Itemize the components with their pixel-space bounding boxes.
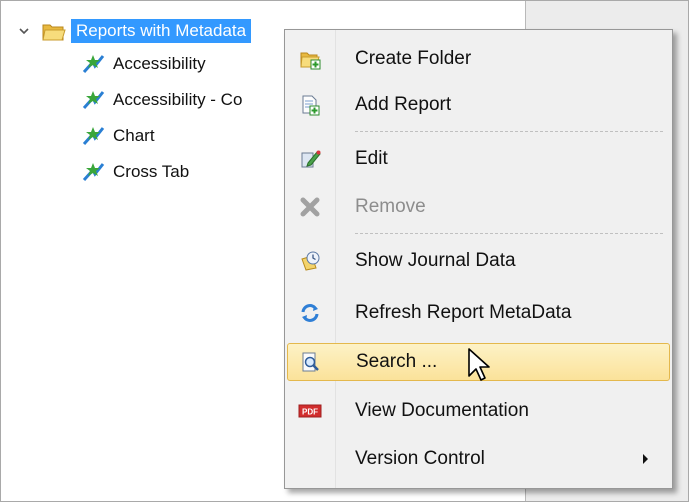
menu-separator xyxy=(355,131,663,132)
edit-icon xyxy=(287,140,333,178)
report-icon xyxy=(81,124,107,148)
svg-text:PDF: PDF xyxy=(302,408,318,417)
report-icon xyxy=(81,160,107,184)
menu-item-version-control[interactable]: Version Control xyxy=(287,440,670,478)
menu-item-label: Show Journal Data xyxy=(355,250,516,271)
context-menu: Create Folder Add Report Edit Remove Sho… xyxy=(284,29,673,489)
menu-item-label: Version Control xyxy=(355,448,485,469)
menu-item-icon-placeholder xyxy=(287,440,333,478)
submenu-arrow-icon xyxy=(643,454,648,464)
pdf-icon: PDF xyxy=(287,392,333,430)
menu-item-label: Refresh Report MetaData xyxy=(355,302,572,323)
menu-item-label: Create Folder xyxy=(355,48,472,69)
journal-icon xyxy=(287,242,333,280)
menu-item-label: Remove xyxy=(355,196,426,217)
report-icon xyxy=(81,52,107,76)
menu-item-label: View Documentation xyxy=(355,400,529,421)
mouse-cursor-icon xyxy=(467,347,493,383)
menu-item-refresh-report-metadata[interactable]: Refresh Report MetaData xyxy=(287,294,670,332)
chevron-down-icon[interactable] xyxy=(17,24,31,38)
window-frame: Reports with Metadata Accessibility Acce… xyxy=(0,0,689,502)
menu-item-view-documentation[interactable]: PDF View Documentation xyxy=(287,392,670,430)
menu-item-show-journal-data[interactable]: Show Journal Data xyxy=(287,242,670,280)
tree-item[interactable]: Cross Tab xyxy=(81,159,189,185)
tree-item[interactable]: Accessibility xyxy=(81,51,206,77)
menu-separator xyxy=(355,233,663,234)
menu-item-label: Search ... xyxy=(356,351,438,372)
menu-item-create-folder[interactable]: Create Folder xyxy=(287,40,670,78)
menu-item-edit[interactable]: Edit xyxy=(287,140,670,178)
search-icon xyxy=(288,343,334,381)
tree-item-label: Chart xyxy=(113,126,155,145)
menu-item-remove[interactable]: Remove xyxy=(287,188,670,226)
tree-root-label[interactable]: Reports with Metadata xyxy=(71,19,252,43)
add-report-icon xyxy=(287,86,333,124)
tree-item-label: Accessibility xyxy=(113,54,206,73)
refresh-icon xyxy=(287,294,333,332)
tree-item[interactable]: Chart xyxy=(81,123,155,149)
create-folder-icon xyxy=(287,40,333,78)
folder-icon xyxy=(41,19,67,43)
menu-item-label: Add Report xyxy=(355,94,452,115)
report-icon xyxy=(81,88,107,112)
tree-item[interactable]: Accessibility - Co xyxy=(81,87,242,113)
tree-root-row[interactable]: Reports with Metadata xyxy=(17,18,252,44)
tree-item-label: Accessibility - Co xyxy=(113,90,243,109)
menu-item-label: Edit xyxy=(355,148,388,169)
tree-item-label: Cross Tab xyxy=(113,162,190,181)
remove-icon xyxy=(287,188,333,226)
menu-item-add-report[interactable]: Add Report xyxy=(287,86,670,124)
